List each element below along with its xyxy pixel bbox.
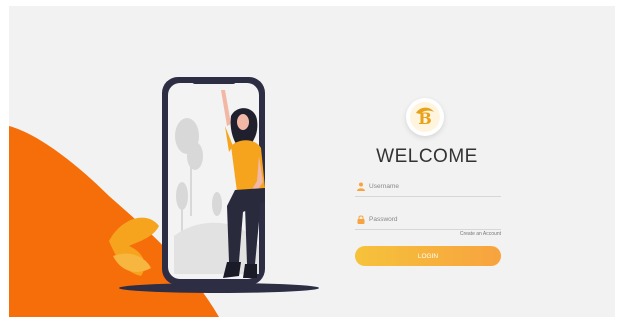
password-input[interactable] bbox=[369, 213, 497, 226]
login-button[interactable]: LOGIN bbox=[355, 246, 501, 266]
hero-illustration bbox=[9, 77, 319, 317]
login-page: B WELCOME Create an Account LOGIN bbox=[9, 6, 615, 317]
lock-icon bbox=[357, 215, 365, 224]
bitcoin-logo-icon: B bbox=[406, 98, 444, 136]
username-field[interactable] bbox=[355, 178, 501, 197]
username-input[interactable] bbox=[369, 180, 497, 193]
svg-text:B: B bbox=[418, 109, 432, 128]
create-account-link[interactable]: Create an Account bbox=[439, 231, 501, 237]
password-field[interactable] bbox=[355, 211, 501, 230]
user-icon bbox=[357, 182, 365, 191]
welcome-title: WELCOME bbox=[376, 146, 478, 167]
